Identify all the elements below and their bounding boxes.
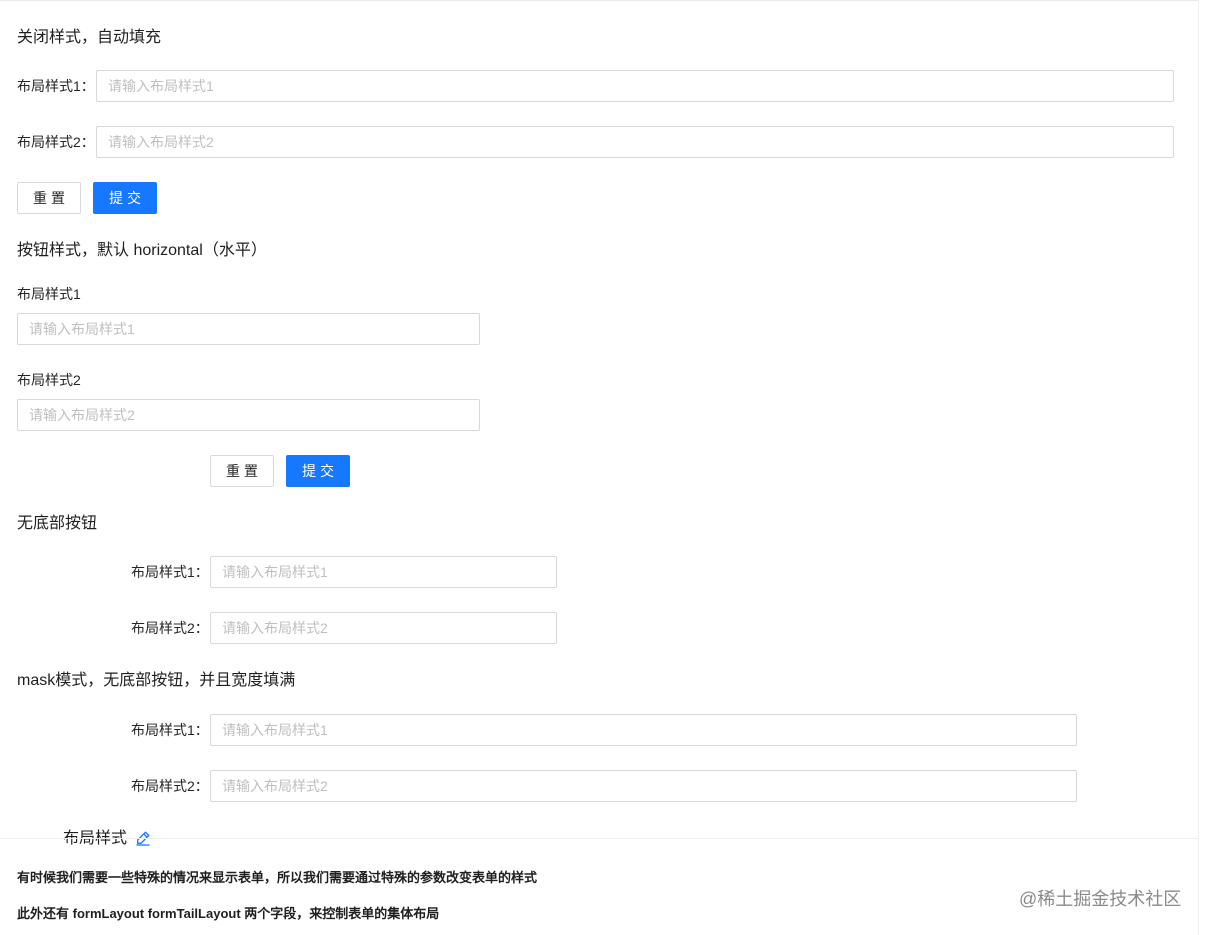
section1-field2-input[interactable] — [96, 126, 1174, 158]
watermark: @稀土掘金技术社区 — [1019, 889, 1182, 909]
footer-title: 布局样式 — [63, 830, 128, 847]
section3-field1-label: 布局样式1： — [131, 564, 209, 580]
section1-field2-label: 布局样式2： — [17, 134, 95, 150]
section3-field1-input[interactable] — [210, 556, 557, 588]
footer-description-1: 有时候我们需要一些特殊的情况来显示表单，所以我们需要通过特殊的参数改变表单的样式 — [17, 870, 538, 885]
section3-field2-label: 布局样式2： — [131, 620, 209, 636]
right-border — [1198, 0, 1199, 935]
section1-submit-button[interactable]: 提交 — [93, 182, 157, 214]
section4-title: mask模式，无底部按钮，并且宽度填满 — [17, 672, 296, 689]
section2-field2-label: 布局样式2 — [17, 372, 81, 388]
section2-field1-input[interactable] — [17, 313, 480, 345]
section1-field1-input[interactable] — [96, 70, 1174, 102]
section1-reset-button[interactable]: 重置 — [17, 182, 81, 214]
section2-reset-button[interactable]: 重置 — [210, 455, 274, 487]
top-border — [0, 0, 1198, 1]
footer-divider — [0, 838, 1198, 839]
footer-description-2: 此外还有 formLayout formTailLayout 两个字段，来控制表… — [17, 906, 440, 921]
section4-field2-label: 布局样式2： — [131, 778, 209, 794]
section2-title: 按钮样式，默认 horizontal（水平） — [17, 242, 267, 259]
section2-field2-input[interactable] — [17, 399, 480, 431]
section4-field1-input[interactable] — [210, 714, 1077, 746]
section3-title: 无底部按钮 — [17, 515, 98, 532]
section4-field2-input[interactable] — [210, 770, 1077, 802]
section4-field1-label: 布局样式1： — [131, 722, 209, 738]
section3-field2-input[interactable] — [210, 612, 557, 644]
section2-submit-button[interactable]: 提交 — [286, 455, 350, 487]
section1-title: 关闭样式，自动填充 — [17, 29, 162, 46]
section1-field1-label: 布局样式1： — [17, 78, 95, 94]
section2-field1-label: 布局样式1 — [17, 286, 81, 302]
